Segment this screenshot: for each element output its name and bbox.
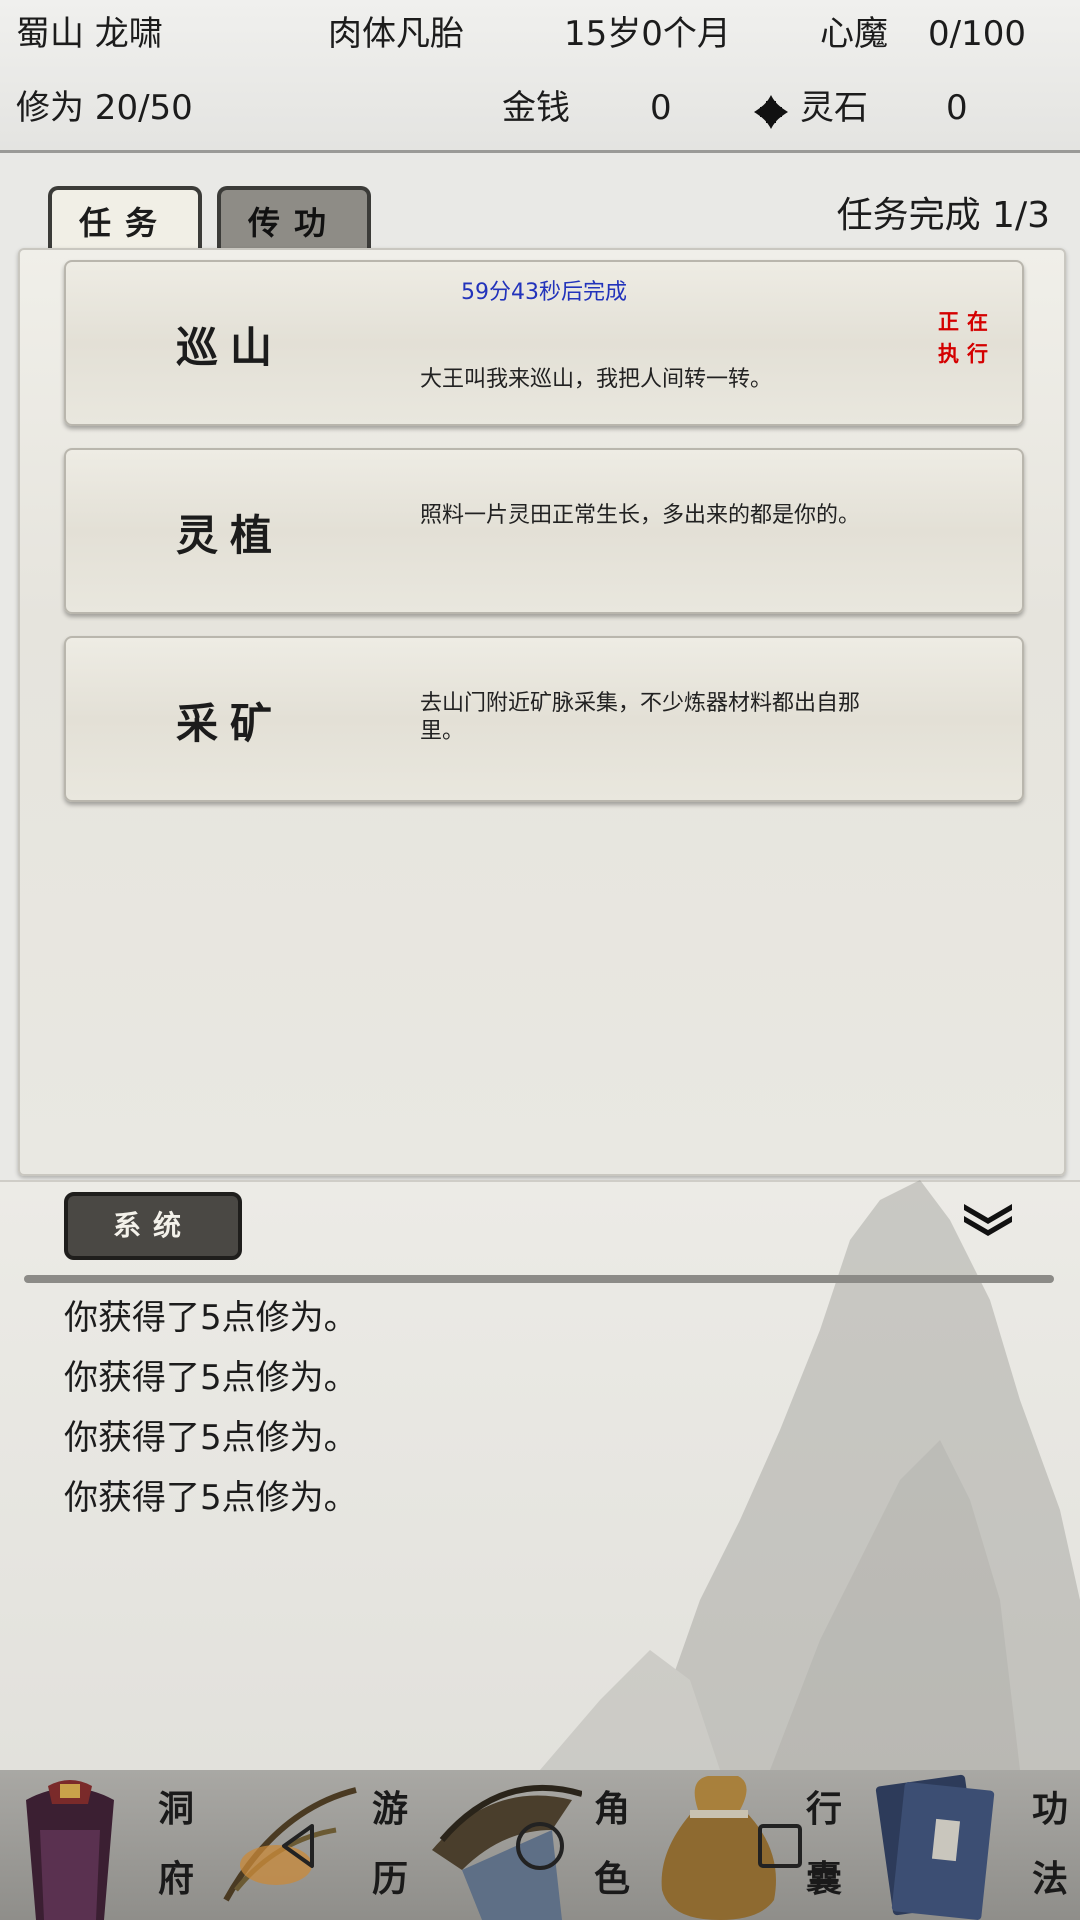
nav-label-top: 游	[372, 1788, 409, 1830]
task-card-spirit-plants[interactable]: 灵植 照料一片灵田正常生长，多出来的都是你的。	[64, 448, 1024, 614]
task-panel: 59分43秒后完成 巡山 大王叫我来巡山，我把人间转一转。 正在 执行 灵植 照…	[18, 248, 1066, 1176]
tab-transmit-skill[interactable]: 传功	[217, 186, 371, 250]
cultivation-label: 修为 20/50	[16, 88, 193, 128]
nav-label-bottom: 府	[158, 1858, 195, 1900]
palace-icon	[26, 1780, 114, 1920]
back-icon[interactable]	[272, 1818, 328, 1874]
nav-techniques[interactable]: 功 法	[864, 1770, 1080, 1920]
spirit-stone-icon	[754, 95, 788, 129]
task-name: 灵植	[176, 511, 285, 560]
money-label: 金钱	[502, 88, 570, 128]
tab-system-log[interactable]: 系统	[64, 1192, 242, 1260]
nav-label-bottom: 历	[372, 1858, 409, 1900]
sect-name: 蜀山 龙啸	[16, 14, 163, 54]
task-card-mining[interactable]: 采矿 去山门附近矿脉采集，不少炼器材料都出自那里。	[64, 636, 1024, 802]
spirit-stone-value: 0	[946, 88, 968, 128]
heart-demon-label: 心魔	[820, 14, 888, 54]
realm-label: 肉体凡胎	[328, 14, 464, 54]
nav-cave-residence[interactable]: 洞 府	[0, 1770, 216, 1920]
age-label: 15岁0个月	[564, 14, 731, 54]
log-line: 你获得了5点修为。	[64, 1358, 358, 1398]
nav-label-top: 功	[1032, 1788, 1069, 1830]
tab-tasks[interactable]: 任务	[48, 186, 202, 250]
task-status-badge: 正在 执行	[932, 306, 1002, 370]
task-progress: 任务完成 1/3	[836, 195, 1050, 236]
task-description: 照料一片灵田正常生长，多出来的都是你的。	[420, 503, 861, 528]
nav-label-bottom: 色	[594, 1858, 631, 1900]
log-line: 你获得了5点修为。	[64, 1478, 358, 1518]
book-icon	[875, 1774, 995, 1920]
log-line: 你获得了5点修为。	[64, 1418, 358, 1458]
log-line: 你获得了5点修为。	[64, 1298, 358, 1338]
task-timer: 59分43秒后完成	[461, 280, 627, 305]
task-name: 采矿	[176, 699, 285, 748]
spirit-stone-label: 灵石	[800, 88, 868, 128]
nav-label-top: 洞	[158, 1788, 195, 1830]
task-description: 去山门附近矿脉采集，不少炼器材料都出自那里。	[420, 691, 861, 744]
heart-demon-value: 0/100	[928, 14, 1026, 54]
log-divider	[24, 1275, 1054, 1283]
message-log	[0, 1180, 1080, 1772]
recents-icon[interactable]	[752, 1818, 808, 1874]
task-status-line2: 执行	[938, 341, 996, 366]
task-name: 巡山	[176, 323, 285, 372]
task-status-line1: 正在	[938, 309, 996, 334]
task-description: 大王叫我来巡山，我把人间转一转。	[420, 367, 773, 392]
home-icon[interactable]	[512, 1818, 568, 1874]
money-value: 0	[650, 88, 672, 128]
nav-label-bottom: 法	[1032, 1858, 1069, 1900]
nav-label-top: 角	[594, 1788, 631, 1830]
nav-label-top: 行	[806, 1788, 843, 1830]
task-card-patrol[interactable]: 59分43秒后完成 巡山 大王叫我来巡山，我把人间转一转。 正在 执行	[64, 260, 1024, 426]
nav-label-bottom: 囊	[806, 1858, 843, 1900]
chevron-double-down-icon[interactable]	[958, 1196, 1018, 1236]
